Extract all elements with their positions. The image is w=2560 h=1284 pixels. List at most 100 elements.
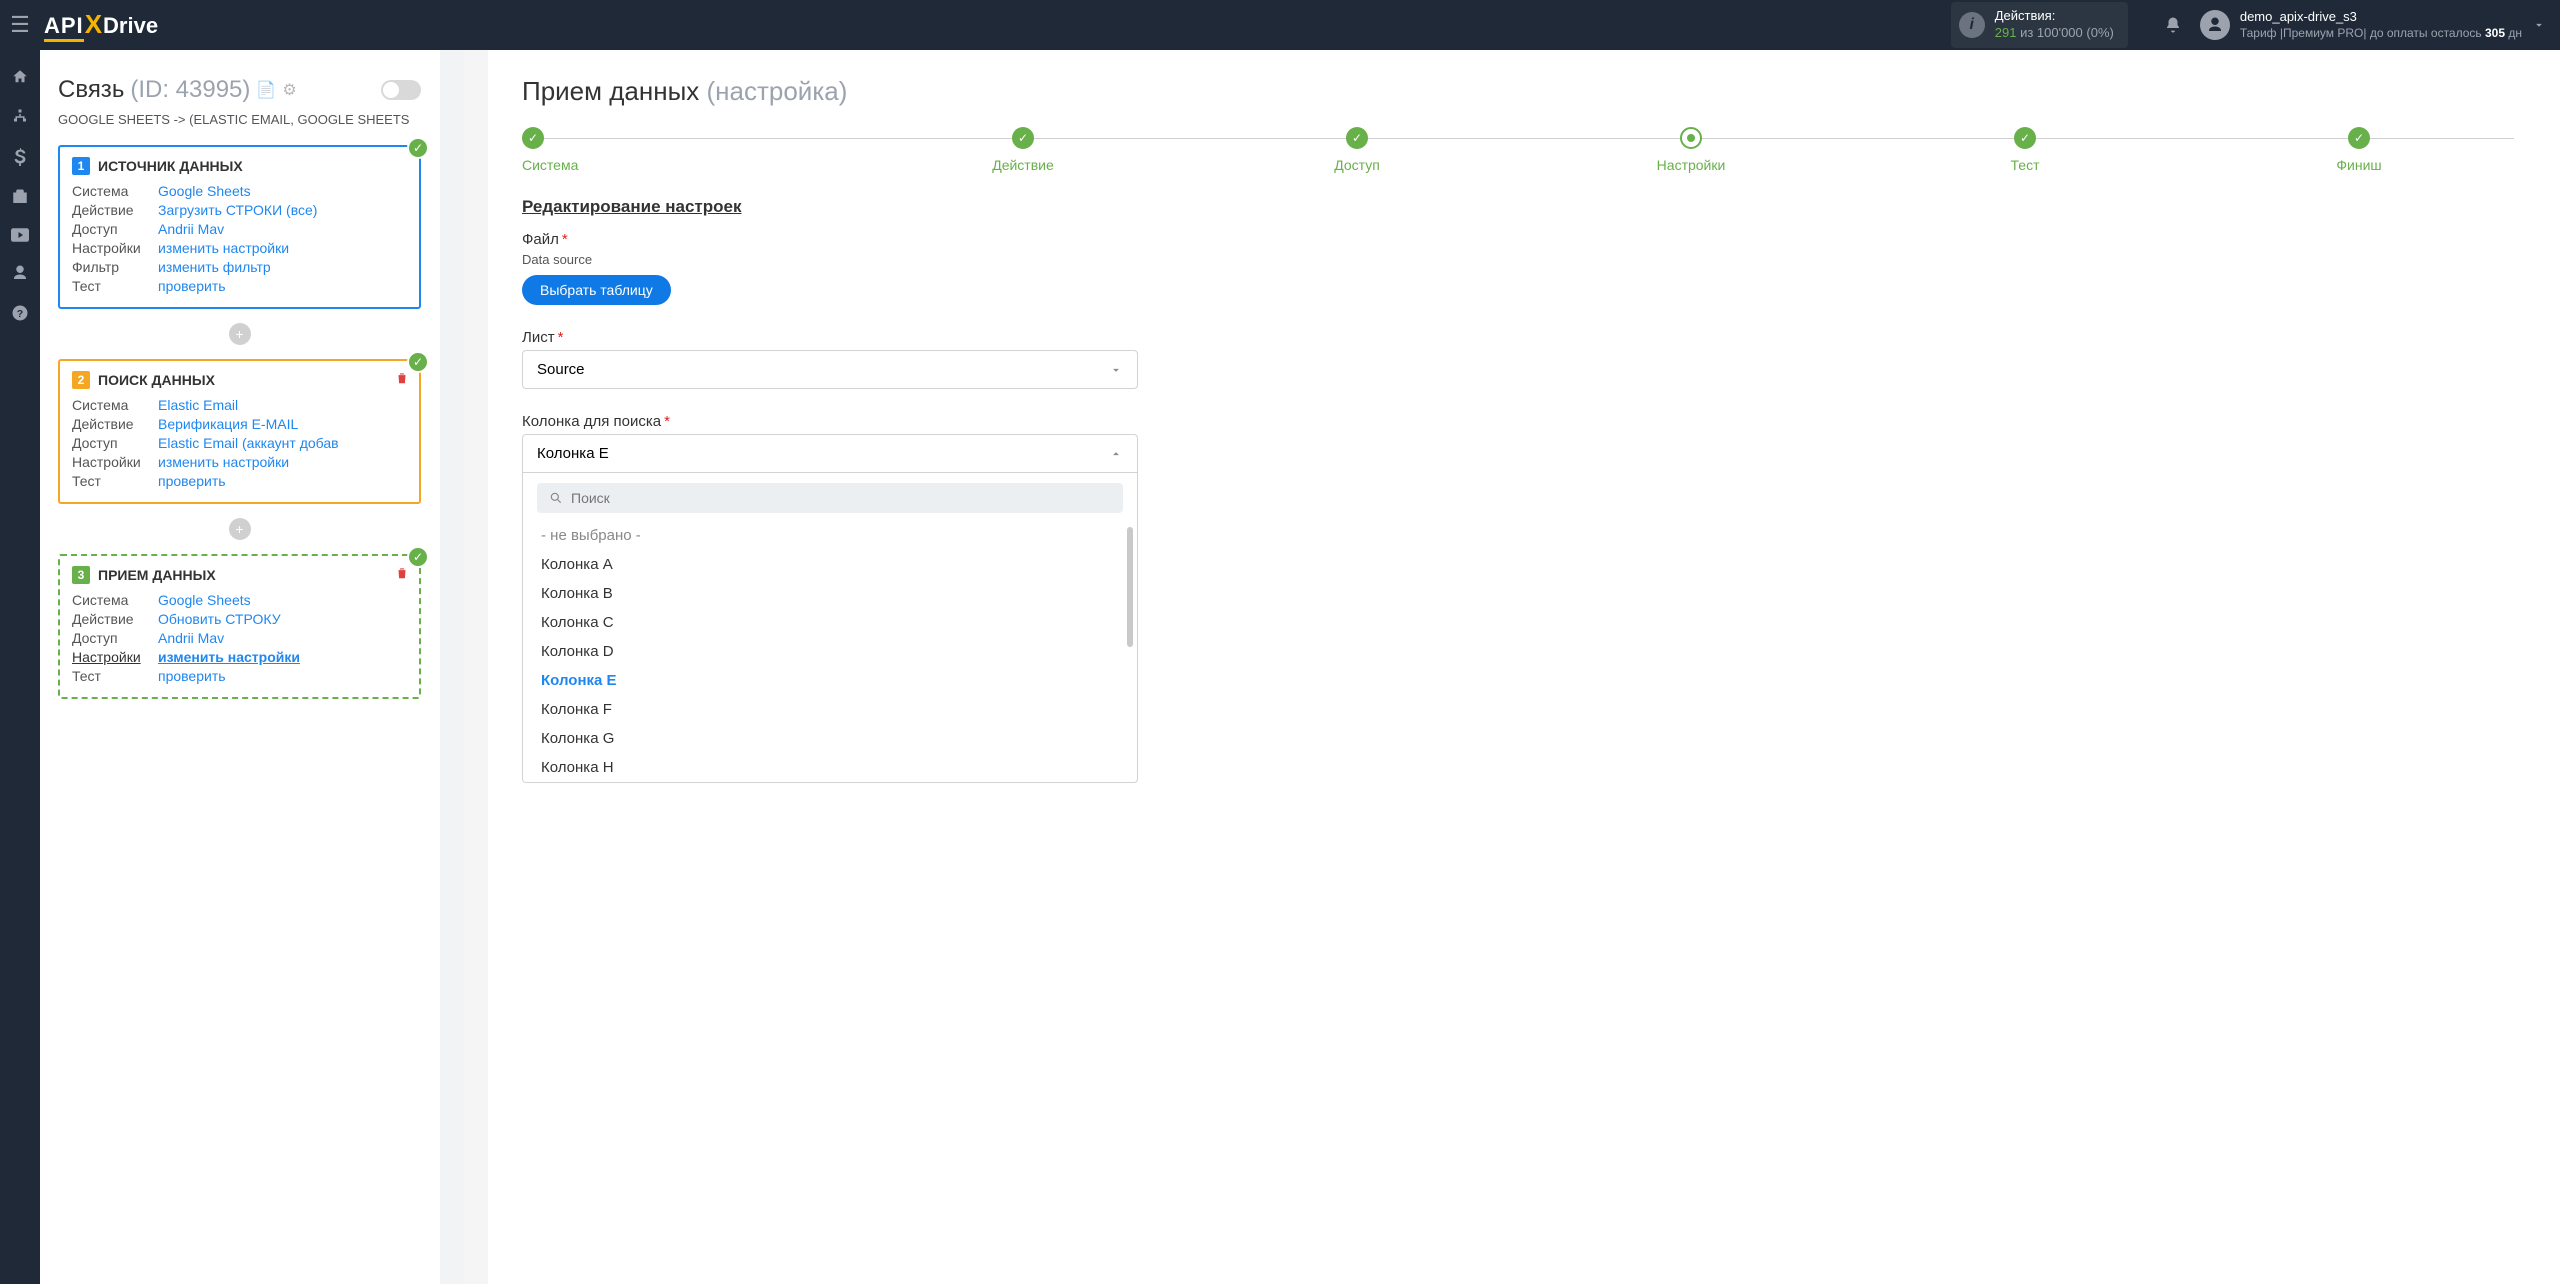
dropdown-option[interactable]: - не выбрано - [537,521,1123,550]
block-link[interactable]: Загрузить СТРОКИ (все) [158,202,317,218]
block-row: Тестпроверить [72,668,407,684]
page-title: Прием данных (настройка) [522,76,2526,107]
dropdown-search-input[interactable] [571,490,1111,506]
side-panel: Связь (ID: 43995) 📄 ⚙ GOOGLE SHEETS -> (… [40,50,440,1284]
briefcase-icon[interactable] [11,188,29,206]
chevron-down-icon[interactable] [2532,18,2546,32]
step-dot: ✓ [2014,127,2036,149]
block-link[interactable]: Google Sheets [158,183,251,199]
block-row: ДоступAndrii Mav [72,630,407,646]
home-icon[interactable] [11,68,29,86]
block-row: ДействиеОбновить СТРОКУ [72,611,407,627]
dropdown-option[interactable]: Колонка E [537,666,1123,695]
block-row: ДоступAndrii Mav [72,221,407,237]
step-dot [1680,127,1702,149]
step-2[interactable]: ✓ Доступ [1190,127,1524,173]
dropdown-option[interactable]: Колонка D [537,637,1123,666]
step-label: Настройки [1524,157,1858,173]
actions-counter[interactable]: i Действия: 291 из 100'000 (0%) [1951,2,2128,48]
block-link[interactable]: изменить настройки [158,240,289,256]
dropdown-option[interactable]: Колонка A [537,550,1123,579]
block-link[interactable]: Google Sheets [158,592,251,608]
step-label: Доступ [1190,157,1524,173]
step-1[interactable]: ✓Действие [856,127,1190,173]
sheet-select[interactable]: Source [522,350,1138,389]
select-table-button[interactable]: Выбрать таблицу [522,275,671,305]
trash-icon[interactable] [395,371,409,385]
add-block-button[interactable]: + [229,518,251,540]
block-link[interactable]: проверить [158,278,226,294]
block-row: ДействиеВерификация E-MAIL [72,416,407,432]
avatar-icon[interactable] [2200,10,2230,40]
dropdown-option[interactable]: Колонка B [537,579,1123,608]
user-icon[interactable] [11,264,29,282]
section-title: Редактирование настроек [522,197,2526,217]
trash-icon[interactable] [395,566,409,580]
block-link[interactable]: проверить [158,668,226,684]
actions-label: Действия: [1995,8,2114,25]
step-dot: ✓ [1346,127,1368,149]
menu-toggle[interactable]: ☰ [0,12,40,38]
dropdown-option[interactable]: Колонка H [537,753,1123,782]
block-blue: ✓1ИСТОЧНИК ДАННЫХСистемаGoogle SheetsДей… [58,145,421,309]
check-icon: ✓ [407,137,429,159]
dollar-icon[interactable] [14,148,26,166]
logo[interactable]: APIXDrive [40,9,158,42]
notifications-icon[interactable] [2164,16,2182,34]
block-link[interactable]: изменить настройки [158,649,300,665]
svg-text:?: ? [17,308,23,320]
block-link[interactable]: изменить настройки [158,454,289,470]
block-row: Настройкиизменить настройки [72,240,407,256]
main-panel: Прием данных (настройка) ✓Система✓Действ… [488,50,2560,1284]
check-icon: ✓ [407,546,429,568]
connection-id: (ID: 43995) [130,76,250,104]
dropdown-option[interactable]: Колонка F [537,695,1123,724]
dropdown-option[interactable]: Колонка C [537,608,1123,637]
block-orange: ✓2ПОИСК ДАННЫХСистемаElastic EmailДейств… [58,359,421,504]
breadcrumb: GOOGLE SHEETS -> (elastic email, google … [58,112,421,127]
step-5[interactable]: ✓ Финиш [2192,127,2526,173]
block-link[interactable]: Elastic Email [158,397,238,413]
copy-icon[interactable]: 📄 [256,80,276,100]
block-link[interactable]: Верификация E-MAIL [158,416,298,432]
video-icon[interactable] [11,228,29,242]
block-link[interactable]: Обновить СТРОКУ [158,611,281,627]
dropdown-search[interactable] [537,483,1123,513]
topbar: ☰ APIXDrive i Действия: 291 из 100'000 (… [0,0,2560,50]
field-file: Файл* Data source Выбрать таблицу [522,231,2526,305]
step-label: Действие [856,157,1190,173]
info-icon: i [1959,12,1985,38]
block-row: ДействиеЗагрузить СТРОКИ (все) [72,202,407,218]
help-icon[interactable]: ? [11,304,29,322]
add-block-button[interactable]: + [229,323,251,345]
user-block[interactable]: demo_apix-drive_s3 Тариф |Премиум PRO| д… [2240,9,2522,41]
column-dropdown: - не выбрано -Колонка AКолонка BКолонка … [522,473,1138,783]
step-label: Тест [1858,157,2192,173]
block-title: ИСТОЧНИК ДАННЫХ [98,158,243,174]
block-row: Настройкиизменить настройки [72,454,407,470]
step-dot: ✓ [2348,127,2370,149]
column-select[interactable]: Колонка E [522,434,1138,473]
block-link[interactable]: проверить [158,473,226,489]
block-link[interactable]: изменить фильтр [158,259,271,275]
block-link[interactable]: Andrii Mav [158,630,224,646]
block-link[interactable]: Elastic Email (аккаунт добав [158,435,339,451]
step-3[interactable]: Настройки [1524,127,1858,173]
block-row: СистемаGoogle Sheets [72,183,407,199]
step-4[interactable]: ✓ Тест [1858,127,2192,173]
dropdown-option[interactable]: Колонка G [537,724,1123,753]
block-row: СистемаElastic Email [72,397,407,413]
field-search-column: Колонка для поиска* Колонка E - не выбра… [522,413,2526,783]
connection-toggle[interactable] [381,80,421,100]
step-label: Финиш [2192,157,2526,173]
gear-icon[interactable]: ⚙ [282,80,296,100]
block-row: Тестпроверить [72,473,407,489]
step-label: Система [522,157,856,173]
block-row: СистемаGoogle Sheets [72,592,407,608]
block-link[interactable]: Andrii Mav [158,221,224,237]
step-0[interactable]: ✓Система [522,127,856,173]
sitemap-icon[interactable] [11,108,29,126]
scrollbar[interactable] [1127,527,1133,647]
block-title: ПОИСК ДАННЫХ [98,372,215,388]
block-row: Фильтризменить фильтр [72,259,407,275]
